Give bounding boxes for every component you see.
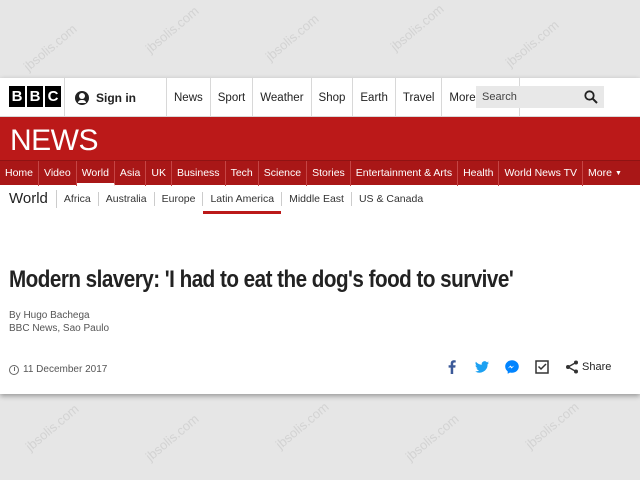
section-item-home[interactable]: Home bbox=[0, 160, 40, 186]
watermark-text: jbsolis.com bbox=[262, 11, 322, 64]
chevron-down-icon: ▼ bbox=[614, 169, 622, 177]
news-masthead: NEWS bbox=[0, 117, 640, 160]
section-item-entertainment[interactable]: Entertainment & Arts bbox=[351, 160, 459, 186]
search-box bbox=[476, 86, 604, 108]
share-tools: Share bbox=[444, 359, 611, 375]
logo-letter: C bbox=[45, 86, 61, 107]
section-more-button[interactable]: More ▼ bbox=[583, 161, 627, 186]
section-nav: Home Video World Asia UK Business Tech S… bbox=[0, 160, 640, 186]
logo-letter: B bbox=[9, 86, 25, 107]
sign-in-button[interactable]: Sign in bbox=[64, 78, 167, 117]
section-item-world[interactable]: World bbox=[76, 160, 115, 186]
messenger-icon[interactable] bbox=[504, 359, 520, 375]
search-input[interactable] bbox=[482, 91, 582, 103]
top-nav-more-label: More bbox=[449, 91, 476, 104]
section-item-business[interactable]: Business bbox=[172, 160, 226, 186]
search-icon[interactable] bbox=[584, 90, 598, 104]
date-text: 11 December 2017 bbox=[23, 364, 108, 375]
top-nav-news[interactable]: News bbox=[167, 78, 211, 117]
section-item-health[interactable]: Health bbox=[458, 160, 500, 186]
facebook-icon[interactable] bbox=[444, 359, 460, 375]
watermark-text: jbsolis.com bbox=[402, 411, 462, 464]
world-subnav-title[interactable]: World bbox=[9, 189, 57, 208]
share-button[interactable]: Share bbox=[564, 359, 611, 375]
subnav-item-australia[interactable]: Australia bbox=[99, 191, 155, 206]
watermark-text: jbsolis.com bbox=[142, 3, 202, 56]
subnav-item-latin-america[interactable]: Latin America bbox=[203, 191, 283, 214]
watermark-text: jbsolis.com bbox=[142, 411, 202, 464]
twitter-icon[interactable] bbox=[474, 359, 490, 375]
section-item-world-news-tv[interactable]: World News TV bbox=[499, 160, 583, 186]
article-headline: Modern slavery: 'I had to eat the dog's … bbox=[9, 266, 514, 293]
subnav-item-europe[interactable]: Europe bbox=[155, 191, 204, 206]
section-item-tech[interactable]: Tech bbox=[226, 160, 259, 186]
watermark-text: jbsolis.com bbox=[22, 401, 82, 454]
watermark-text: jbsolis.com bbox=[522, 399, 582, 452]
top-nav-sport[interactable]: Sport bbox=[211, 78, 254, 117]
watermark-text: jbsolis.com bbox=[20, 21, 80, 74]
news-title[interactable]: NEWS bbox=[10, 124, 99, 158]
share-icon bbox=[566, 360, 578, 374]
bbc-logo[interactable]: B B C bbox=[9, 86, 61, 107]
bbc-article-page: B B C Sign in News Sport Weather Shop Ea… bbox=[0, 78, 640, 394]
section-item-asia[interactable]: Asia bbox=[115, 160, 147, 186]
global-header: B B C Sign in News Sport Weather Shop Ea… bbox=[0, 78, 640, 117]
watermark-text: jbsolis.com bbox=[502, 17, 562, 70]
email-icon[interactable] bbox=[534, 359, 550, 375]
section-item-stories[interactable]: Stories bbox=[307, 160, 351, 186]
user-icon bbox=[75, 90, 89, 105]
top-nav-travel[interactable]: Travel bbox=[396, 78, 443, 117]
section-item-uk[interactable]: UK bbox=[146, 160, 172, 186]
article-date: 11 December 2017 bbox=[9, 364, 107, 375]
top-nav-weather[interactable]: Weather bbox=[253, 78, 312, 117]
clock-icon bbox=[9, 364, 19, 375]
watermark-text: jbsolis.com bbox=[272, 399, 332, 452]
share-label: Share bbox=[582, 361, 612, 373]
sign-in-label: Sign in bbox=[96, 90, 136, 105]
top-nav-earth[interactable]: Earth bbox=[353, 78, 396, 117]
subnav-item-us-canada[interactable]: US & Canada bbox=[352, 192, 430, 206]
watermark-text: jbsolis.com bbox=[387, 1, 447, 54]
logo-letter: B bbox=[27, 86, 43, 107]
byline-author: By Hugo Bachega bbox=[9, 310, 90, 321]
section-more-label: More bbox=[588, 167, 612, 179]
world-subnav: World Africa Australia Europe Latin Amer… bbox=[0, 185, 640, 214]
byline-role: BBC News, Sao Paulo bbox=[9, 323, 110, 334]
top-nav: News Sport Weather Shop Earth Travel Mor… bbox=[167, 78, 521, 117]
section-item-science[interactable]: Science bbox=[259, 160, 308, 186]
top-nav-shop[interactable]: Shop bbox=[312, 78, 354, 117]
subnav-item-middle-east[interactable]: Middle East bbox=[282, 191, 352, 206]
subnav-item-africa[interactable]: Africa bbox=[57, 191, 99, 206]
section-item-video[interactable]: Video bbox=[39, 160, 77, 186]
